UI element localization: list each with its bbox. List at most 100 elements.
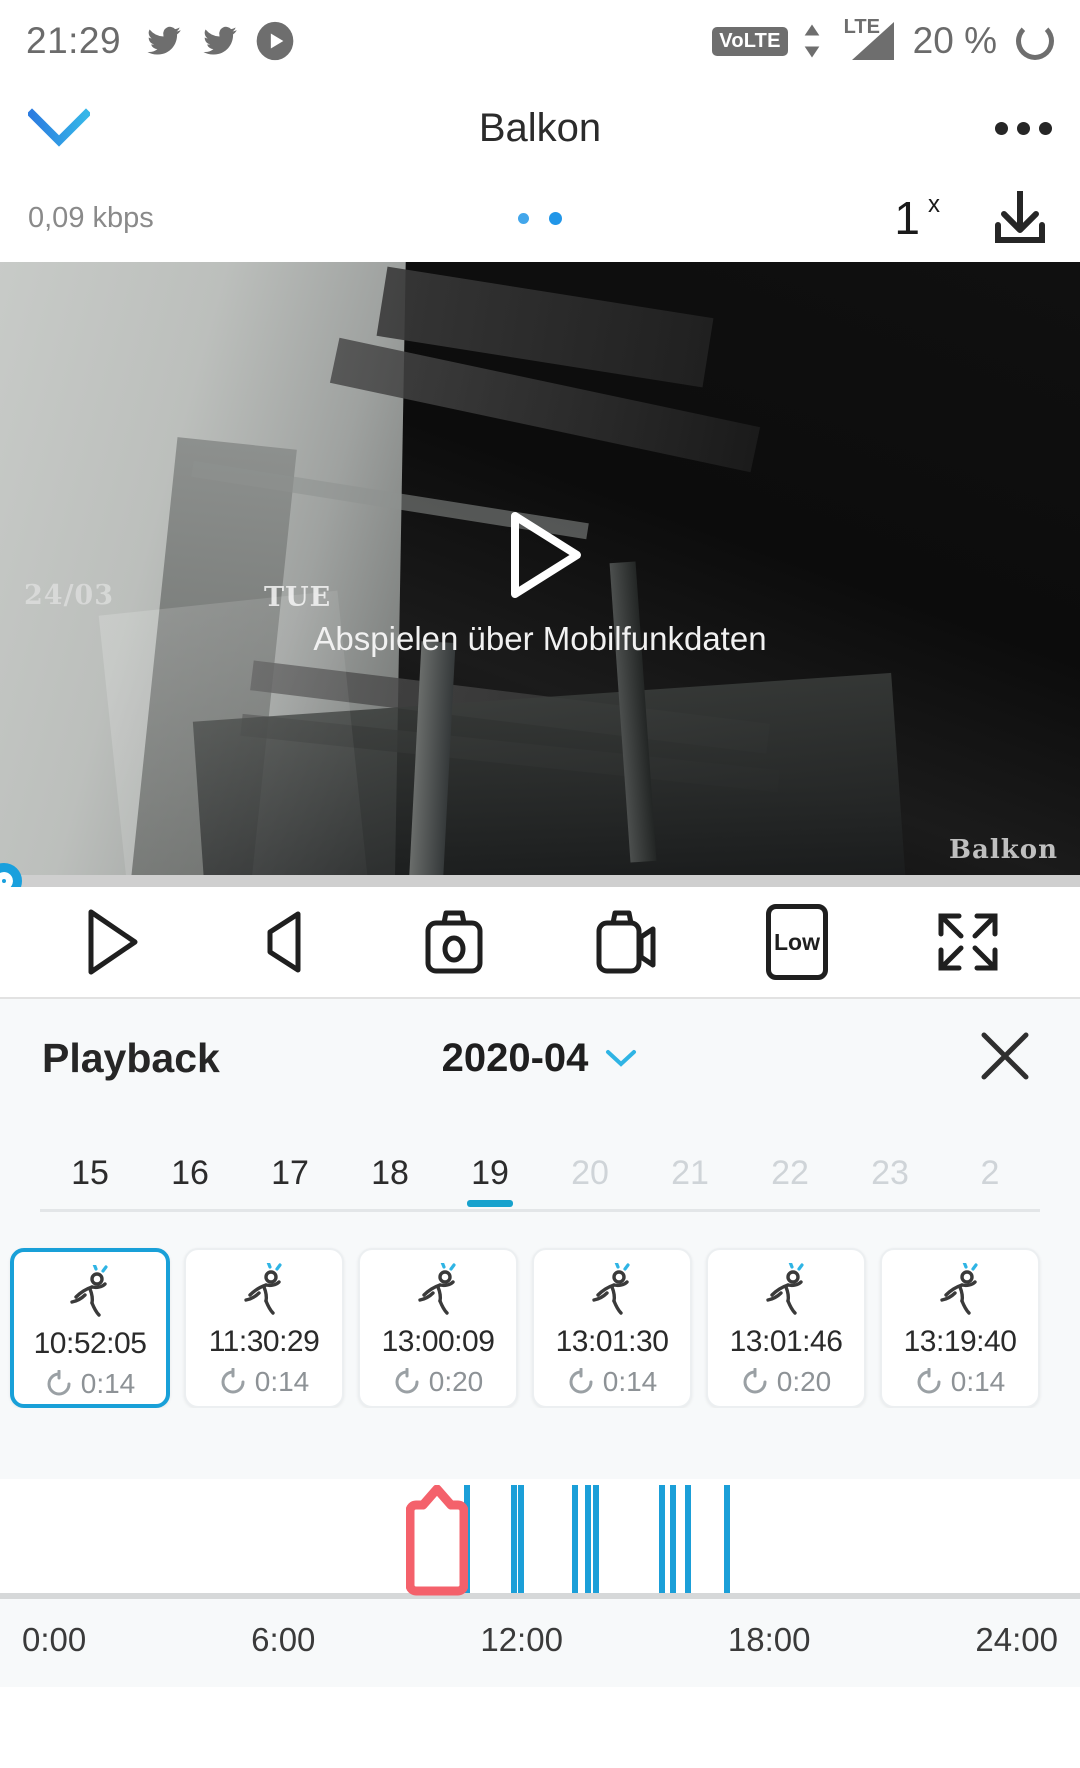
timeline-cursor[interactable]	[405, 1484, 469, 1597]
motion-running-icon	[940, 1263, 978, 1315]
snapshot-button[interactable]	[407, 899, 501, 985]
video-play-overlay[interactable]: Abspielen über Mobilfunkdaten	[0, 500, 1080, 658]
data-transfer-icon	[804, 24, 819, 58]
video-overlay-caption: Abspielen über Mobilfunkdaten	[313, 620, 767, 657]
more-dot	[1039, 121, 1052, 135]
timeline-event-mark	[592, 1485, 599, 1593]
status-bar: 21:29 VoLTE LTE 20 %	[0, 0, 1080, 82]
stream-actions: 1x	[894, 185, 1052, 252]
motion-running-icon	[244, 1263, 282, 1315]
motion-running-icon	[592, 1263, 630, 1315]
duration-clock-icon	[569, 1368, 593, 1394]
day-tab-22: 22	[771, 1154, 809, 1192]
timeline-area[interactable]: 0:00 6:00 12:00 18:00 24:00	[0, 1479, 1080, 1687]
day-tab-20: 20	[571, 1154, 609, 1192]
close-icon	[981, 1032, 1029, 1079]
signal-strength-icon: LTE	[836, 16, 898, 64]
event-card-list[interactable]: 10:52:05 0:14 11:30:29 0:14 13:00:09 0:2…	[0, 1212, 1080, 1408]
playback-header: Playback 2020-04	[0, 999, 1080, 1117]
day-tab-19[interactable]: 19	[440, 1154, 540, 1209]
status-notification-icons	[143, 21, 295, 61]
event-duration: 0:20	[428, 1366, 484, 1397]
page-dot	[518, 212, 529, 224]
video-progress-bar[interactable]	[0, 863, 1080, 887]
play-icon	[88, 909, 138, 975]
event-duration-row: 0:14	[45, 1368, 135, 1400]
duration-clock-icon	[221, 1368, 245, 1394]
motion-running-icon	[418, 1263, 456, 1315]
fullscreen-button[interactable]	[921, 899, 1015, 985]
download-button[interactable]	[988, 185, 1052, 252]
speed-value: 1	[894, 192, 920, 244]
camera-icon	[425, 910, 483, 974]
event-duration-row: 0:20	[393, 1366, 484, 1398]
event-card[interactable]: 13:00:09 0:20	[358, 1248, 518, 1408]
network-type-label: LTE	[843, 16, 880, 38]
day-tab-18[interactable]: 18	[340, 1154, 440, 1209]
event-duration: 0:20	[776, 1366, 832, 1397]
close-playback-button[interactable]	[972, 1023, 1038, 1094]
more-options-button[interactable]	[995, 121, 1052, 135]
event-time: 11:30:29	[208, 1325, 320, 1358]
day-tab-16[interactable]: 16	[140, 1154, 240, 1209]
play-triangle-icon	[511, 512, 581, 598]
more-dot	[995, 121, 1008, 135]
duration-clock-icon	[395, 1368, 419, 1394]
status-time: 21:29	[26, 20, 122, 61]
duration-clock-icon	[917, 1368, 941, 1394]
event-card[interactable]: 13:01:30 0:14	[532, 1248, 692, 1408]
video-camera-icon	[596, 910, 656, 974]
month-value: 2020-04	[441, 1035, 589, 1080]
speed-suffix: x	[928, 191, 940, 218]
motion-running-icon	[70, 1265, 108, 1317]
event-duration-row: 0:14	[915, 1366, 1006, 1398]
event-card[interactable]: 10:52:05 0:14	[10, 1248, 170, 1408]
timeline-event-mark	[510, 1485, 517, 1593]
event-card[interactable]: 11:30:29 0:14	[184, 1248, 344, 1408]
event-time: 13:01:46	[729, 1325, 843, 1358]
event-card[interactable]: 13:19:40 0:14	[880, 1248, 1040, 1408]
title-bar: Balkon	[0, 82, 1080, 174]
video-player[interactable]: 24/03 TUE Balkon Abspielen über Mobilfun…	[0, 262, 1080, 887]
duration-clock-icon	[47, 1370, 71, 1396]
mute-button[interactable]	[236, 899, 330, 985]
playback-panel: Playback 2020-04 15 16 17 18 19 20 21 22	[0, 999, 1080, 1687]
back-collapse-button[interactable]	[28, 97, 90, 159]
timeline-label-1: 6:00	[251, 1621, 316, 1658]
event-duration: 0:14	[950, 1366, 1006, 1397]
event-duration-row: 0:20	[741, 1366, 832, 1398]
chevron-down-icon	[28, 108, 90, 147]
event-duration-row: 0:14	[567, 1366, 657, 1398]
timeline-track[interactable]	[0, 1479, 1080, 1599]
twitter-icon	[203, 26, 237, 55]
status-right-cluster: VoLTE LTE 20 %	[712, 16, 1054, 64]
expand-icon	[938, 913, 998, 971]
timeline-event-mark	[684, 1485, 691, 1593]
day-tab-15[interactable]: 15	[40, 1154, 140, 1209]
download-icon	[995, 190, 1045, 243]
day-strip[interactable]: 15 16 17 18 19 20 21 22 23 2	[0, 1117, 1080, 1209]
app-root: 21:29 VoLTE LTE 20 % Balkon 0,09 kbps 1 …	[0, 0, 1080, 1768]
record-button[interactable]	[579, 899, 673, 985]
playback-title: Playback	[42, 1034, 220, 1081]
event-time: 13:01:30	[555, 1325, 669, 1358]
duration-clock-icon	[743, 1368, 767, 1394]
timeline-label-2: 12:00	[480, 1621, 563, 1658]
day-tab-23: 23	[871, 1154, 909, 1192]
timeline-label-0: 0:00	[22, 1621, 87, 1658]
event-duration-row: 0:14	[219, 1366, 310, 1398]
battery-percent: 20 %	[912, 20, 997, 61]
event-duration: 0:14	[254, 1366, 310, 1397]
play-button[interactable]	[65, 899, 159, 985]
more-dot	[1017, 121, 1030, 135]
bitrate-label: 0,09 kbps	[28, 201, 154, 234]
page-title: Balkon	[478, 105, 602, 150]
event-card[interactable]: 13:01:46 0:20	[706, 1248, 866, 1408]
playback-speed-button[interactable]: 1x	[894, 191, 940, 244]
event-time: 10:52:05	[33, 1327, 147, 1360]
timeline-event-mark	[572, 1485, 579, 1593]
timeline-event-mark	[669, 1485, 676, 1593]
day-tab-17[interactable]: 17	[240, 1154, 340, 1209]
battery-ring-icon	[1016, 22, 1054, 60]
quality-button[interactable]: Low	[750, 899, 844, 985]
